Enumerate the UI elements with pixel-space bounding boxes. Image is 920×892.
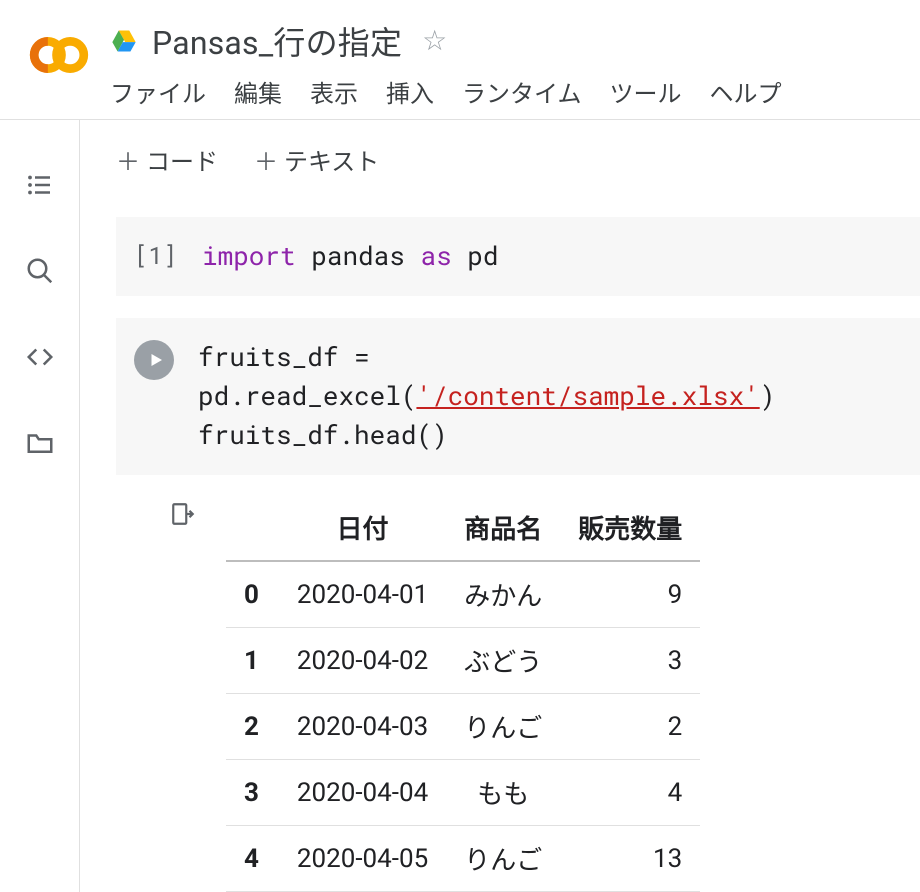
row-index: 2 — [226, 694, 279, 760]
code-editor[interactable]: fruits_df = pd.read_excel('/content/samp… — [198, 338, 900, 455]
cell-date: 2020-04-04 — [279, 760, 446, 826]
add-text-button[interactable]: ＋テキスト — [254, 142, 379, 177]
notebook-area: ＋コード ＋テキスト [1] import pandas as pd fruit… — [80, 120, 920, 892]
row-index: 0 — [226, 561, 279, 628]
table-row: 12020-04-02ぶどう3 — [226, 628, 700, 694]
table-row: 02020-04-01みかん9 — [226, 561, 700, 628]
cell-date: 2020-04-01 — [279, 561, 446, 628]
table-row: 22020-04-03りんご2 — [226, 694, 700, 760]
cell-toolbar: ＋コード ＋テキスト — [80, 120, 920, 195]
menu-tools[interactable]: ツール — [610, 74, 682, 109]
menu-help[interactable]: ヘルプ — [710, 74, 782, 109]
menu-file[interactable]: ファイル — [110, 74, 206, 109]
run-button[interactable] — [134, 340, 174, 380]
cell-qty: 3 — [560, 628, 700, 694]
cell-date: 2020-04-03 — [279, 694, 446, 760]
search-icon[interactable] — [23, 254, 57, 288]
colab-logo-icon — [28, 24, 90, 86]
row-index: 3 — [226, 760, 279, 826]
col-qty: 販売数量 — [560, 495, 700, 561]
dataframe-table: 日付 商品名 販売数量 02020-04-01みかん912020-04-02ぶど… — [226, 495, 700, 892]
col-date: 日付 — [279, 495, 446, 561]
cell-name: りんご — [446, 694, 560, 760]
menu-runtime[interactable]: ランタイム — [462, 74, 582, 109]
sidebar — [0, 120, 80, 892]
header: Pansas_行の指定 ☆ ファイル 編集 表示 挿入 ランタイム ツール ヘル… — [0, 0, 920, 120]
table-row: 32020-04-04もも4 — [226, 760, 700, 826]
cell-name: みかん — [446, 561, 560, 628]
document-title[interactable]: Pansas_行の指定 — [152, 18, 402, 64]
add-code-button[interactable]: ＋コード — [116, 142, 218, 177]
cell-qty: 4 — [560, 760, 700, 826]
row-index: 4 — [226, 826, 279, 892]
cell-qty: 13 — [560, 826, 700, 892]
table-row: 42020-04-05りんご13 — [226, 826, 700, 892]
code-editor[interactable]: import pandas as pd — [202, 237, 499, 276]
col-name: 商品名 — [446, 495, 560, 561]
table-header-row: 日付 商品名 販売数量 — [226, 495, 700, 561]
code-cell-2: fruits_df = pd.read_excel('/content/samp… — [116, 318, 920, 892]
snippets-icon[interactable] — [23, 340, 57, 374]
cell-name: りんご — [446, 826, 560, 892]
cell-qty: 9 — [560, 561, 700, 628]
cell-date: 2020-04-05 — [279, 826, 446, 892]
toc-icon[interactable] — [23, 168, 57, 202]
menu-edit[interactable]: 編集 — [234, 74, 282, 109]
menu-insert[interactable]: 挿入 — [386, 74, 434, 109]
menu-bar: ファイル 編集 表示 挿入 ランタイム ツール ヘルプ — [110, 74, 920, 109]
cell-name: ぶどう — [446, 628, 560, 694]
cell-qty: 2 — [560, 694, 700, 760]
cell-output: 日付 商品名 販売数量 02020-04-01みかん912020-04-02ぶど… — [116, 475, 920, 892]
cell-date: 2020-04-02 — [279, 628, 446, 694]
star-icon[interactable]: ☆ — [422, 27, 447, 55]
code-cell-1: [1] import pandas as pd — [116, 217, 920, 296]
cell-execution-count: [1] — [134, 237, 178, 271]
menu-view[interactable]: 表示 — [310, 74, 358, 109]
row-index: 1 — [226, 628, 279, 694]
files-icon[interactable] — [23, 426, 57, 460]
output-toggle-icon[interactable] — [170, 501, 198, 529]
cell-name: もも — [446, 760, 560, 826]
drive-icon — [110, 27, 138, 55]
